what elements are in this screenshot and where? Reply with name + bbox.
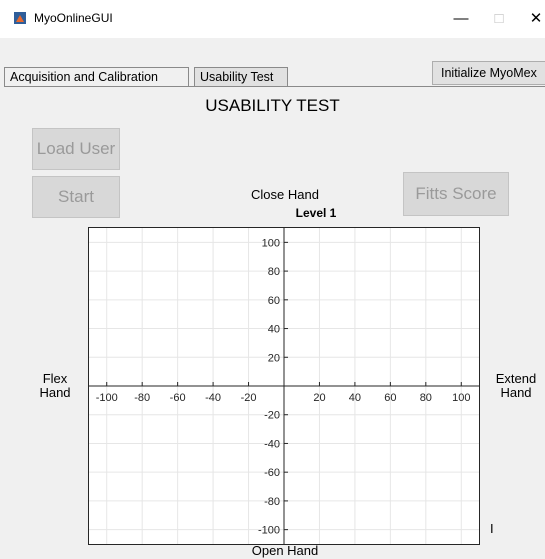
minimize-button[interactable]: —: [449, 8, 473, 28]
y-tick-label: -20: [264, 410, 280, 422]
y-tick-label: -40: [264, 438, 280, 450]
y-tick-label: 20: [268, 352, 280, 364]
y-tick-label: -60: [264, 467, 280, 479]
flex-hand-label-line1: Flex: [42, 371, 68, 386]
extend-hand-label-line1: Extend: [495, 371, 537, 386]
extend-hand-label: Extend Hand: [488, 372, 544, 400]
x-tick-label: 20: [313, 392, 325, 404]
x-tick-label: 40: [349, 392, 361, 404]
x-tick-label: -80: [134, 392, 150, 404]
x-tick-label: 80: [420, 392, 432, 404]
fitts-score-button[interactable]: Fitts Score: [403, 172, 509, 216]
x-tick-label: 60: [384, 392, 396, 404]
y-tick-label: 60: [268, 295, 280, 307]
x-tick-label: 100: [452, 392, 470, 404]
x-tick-label: -40: [205, 392, 221, 404]
tab-usability-test[interactable]: Usability Test: [194, 67, 288, 86]
initialize-myomex-button[interactable]: Initialize MyoMex: [432, 61, 545, 85]
x-tick-label: -60: [170, 392, 186, 404]
flex-hand-label: Flex Hand: [30, 372, 80, 400]
y-tick-label: -80: [264, 496, 280, 508]
load-user-button[interactable]: Load User: [32, 128, 120, 170]
close-button[interactable]: ✕: [524, 8, 545, 28]
close-hand-label: Close Hand: [251, 187, 319, 202]
chart-title: Level 1: [295, 206, 337, 220]
y-tick-label: 100: [262, 237, 280, 249]
y-tick-label: 40: [268, 324, 280, 336]
target-plot[interactable]: -100 -80 -60 -40 -20 20 40 60 80 100 100 80 60 40 20 -2…: [88, 227, 480, 545]
x-tick-label: -20: [241, 392, 257, 404]
tab-divider: [4, 86, 545, 87]
plot-canvas: -100 -80 -60 -40 -20 20 40 60 80 100 100 80 60 40 20 -2…: [89, 228, 479, 544]
tab-acquisition-calibration[interactable]: Acquisition and Calibration: [4, 67, 189, 86]
matlab-app-icon: [14, 12, 26, 24]
window-title: MyoOnlineGUI: [34, 11, 113, 25]
page-title: USABILITY TEST: [205, 96, 340, 115]
maximize-button[interactable]: □: [487, 8, 511, 28]
extend-hand-label-line2: Hand: [500, 385, 532, 400]
x-tick-label: -100: [96, 392, 118, 404]
flex-hand-label-line2: Hand: [39, 385, 71, 400]
window-titlebar: MyoOnlineGUI — □ ✕: [0, 0, 545, 38]
start-button[interactable]: Start: [32, 176, 120, 218]
y-tick-label: -100: [258, 525, 280, 537]
y-tick-label: 80: [268, 266, 280, 278]
text-cursor: I: [490, 521, 494, 536]
